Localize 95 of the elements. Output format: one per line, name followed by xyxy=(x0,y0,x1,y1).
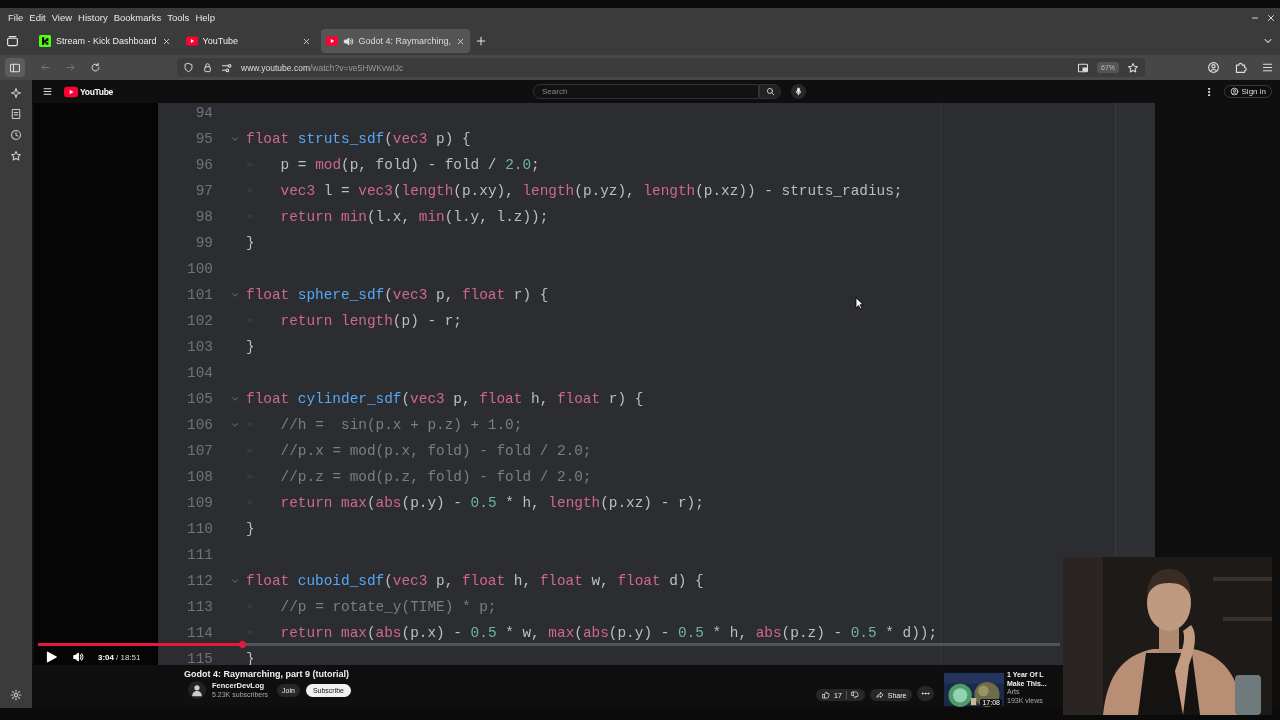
code-line: float cylinder_sdf(vec3 p, float h, float r) { xyxy=(246,391,644,407)
menu-item[interactable]: Tools xyxy=(164,12,193,23)
code-line: } xyxy=(246,521,255,537)
clock-icon[interactable] xyxy=(10,129,22,141)
total-time: / 18:51 xyxy=(116,652,141,662)
code-line: vec3 l = vec3(length(p.xy), length(p.yz), length(p.xz)) - struts_radius; xyxy=(280,183,903,199)
menu-item[interactable]: View xyxy=(48,12,76,23)
more-icon xyxy=(921,689,931,698)
permissions-icon[interactable] xyxy=(221,61,233,74)
new-tab-icon[interactable] xyxy=(475,35,488,47)
thumbs-up-icon xyxy=(822,691,830,699)
close-icon[interactable] xyxy=(161,36,171,46)
reload-icon[interactable] xyxy=(90,62,101,73)
line-number: 106 xyxy=(186,417,213,433)
close-icon[interactable] xyxy=(301,36,311,46)
tab-list-icon[interactable] xyxy=(6,34,19,48)
code-line: return max(abs(p.x) - 0.5 * w, max(abs(p.y) - 0.5 * h, abs(p.z) - 0.5 * d)); xyxy=(280,625,938,641)
code-line: //p.z = mod(p.z, fold) - fold / 2.0; xyxy=(280,469,592,485)
code-line: } xyxy=(246,235,255,251)
settings-icon[interactable] xyxy=(10,689,22,701)
avatar-icon[interactable] xyxy=(190,683,204,697)
extensions-icon[interactable] xyxy=(1234,61,1247,74)
line-number: 111 xyxy=(186,547,213,563)
menu-item[interactable]: Help xyxy=(192,12,218,23)
code-line: //p = rotate_y(TIME) * p; xyxy=(280,599,497,615)
line-number: 97 xyxy=(194,183,213,199)
browser-tab[interactable]: Stream - Kick Dashboard xyxy=(34,29,176,53)
picture-in-picture-icon[interactable] xyxy=(1077,61,1089,74)
menu-item[interactable]: Bookmarks xyxy=(110,12,165,23)
menu-item[interactable]: History xyxy=(75,12,111,23)
lock-icon[interactable] xyxy=(202,62,213,73)
volume-icon[interactable] xyxy=(72,651,84,663)
code-line: return length(p) - r; xyxy=(280,313,462,329)
current-time: 3:04 xyxy=(98,652,114,662)
video-title: Godot 4: Raymarching, part 9 (tutorial) xyxy=(184,669,350,679)
code-line: return min(l.x, min(l.y, l.z)); xyxy=(280,209,549,225)
search-field[interactable]: Search xyxy=(533,84,759,99)
search-button[interactable] xyxy=(759,84,781,99)
logo-text[interactable]: YouTube xyxy=(80,86,113,97)
play-logo-icon[interactable] xyxy=(64,84,78,99)
line-number: 103 xyxy=(186,339,213,355)
sidebar-icon xyxy=(9,61,21,74)
line-number: 99 xyxy=(194,235,213,251)
play-icon[interactable] xyxy=(44,650,58,664)
line-number: 96 xyxy=(194,157,213,173)
code-line: //h = sin(p.x + p.z) + 1.0; xyxy=(280,417,523,433)
microphone-button[interactable] xyxy=(791,84,806,99)
line-number: 112 xyxy=(186,573,213,589)
line-number: 101 xyxy=(186,287,213,303)
line-number: 102 xyxy=(186,313,213,329)
progress-bar[interactable] xyxy=(38,641,1060,648)
menu-icon[interactable] xyxy=(1261,61,1274,74)
page-icon[interactable] xyxy=(10,108,22,120)
sparkle-icon[interactable] xyxy=(10,87,22,99)
shield-icon[interactable] xyxy=(183,62,194,73)
line-number: 109 xyxy=(186,495,213,511)
menu-item[interactable]: File xyxy=(5,12,27,23)
code-line: float struts_sdf(vec3 p) { xyxy=(246,131,471,147)
line-number: 100 xyxy=(186,261,213,277)
more-button[interactable] xyxy=(917,686,935,701)
code-line: p = mod(p, fold) - fold / 2.0; xyxy=(280,157,540,173)
code-line: float cuboid_sdf(vec3 p, float h, float w, float d) { xyxy=(246,573,704,589)
line-number: 104 xyxy=(186,365,213,381)
thumbs-down-icon[interactable] xyxy=(850,691,859,699)
star-icon[interactable] xyxy=(1127,61,1139,74)
play-logo-icon xyxy=(185,35,198,47)
sidebar-toggle-button[interactable] xyxy=(5,58,25,77)
line-number: 113 xyxy=(186,599,213,615)
line-number: 107 xyxy=(186,443,213,459)
code-line: //p.x = mod(p.x, fold) - fold / 2.0; xyxy=(280,443,592,459)
menu-item[interactable]: Edit xyxy=(26,12,49,23)
share-icon xyxy=(875,691,884,699)
code-line: return max(abs(p.y) - 0.5 * h, length(p.xz) - r); xyxy=(280,495,704,511)
close-icon[interactable] xyxy=(1266,12,1276,23)
play-logo-icon xyxy=(325,35,338,47)
line-number: 110 xyxy=(186,521,213,537)
line-number: 98 xyxy=(194,209,213,225)
favicon-icon xyxy=(39,35,51,47)
microphone-icon xyxy=(794,87,803,96)
browser-tab[interactable]: YouTube xyxy=(180,29,316,53)
star-icon[interactable] xyxy=(10,150,22,162)
browser-tab[interactable]: Godot 4: Raymarching, xyxy=(320,29,471,53)
code-line: } xyxy=(246,339,255,355)
line-number: 94 xyxy=(194,105,213,121)
code-line: float sphere_sdf(vec3 p, float r) { xyxy=(246,287,549,303)
line-number: 105 xyxy=(186,391,213,407)
line-number: 115 xyxy=(186,651,213,665)
close-icon[interactable] xyxy=(456,36,466,46)
line-number: 95 xyxy=(194,131,213,147)
cursor-icon xyxy=(855,297,864,310)
line-number: 108 xyxy=(186,469,213,485)
line-number: 114 xyxy=(186,625,213,641)
menu-icon[interactable] xyxy=(42,86,53,97)
search-icon xyxy=(765,87,775,96)
speaker-icon[interactable] xyxy=(342,35,354,47)
